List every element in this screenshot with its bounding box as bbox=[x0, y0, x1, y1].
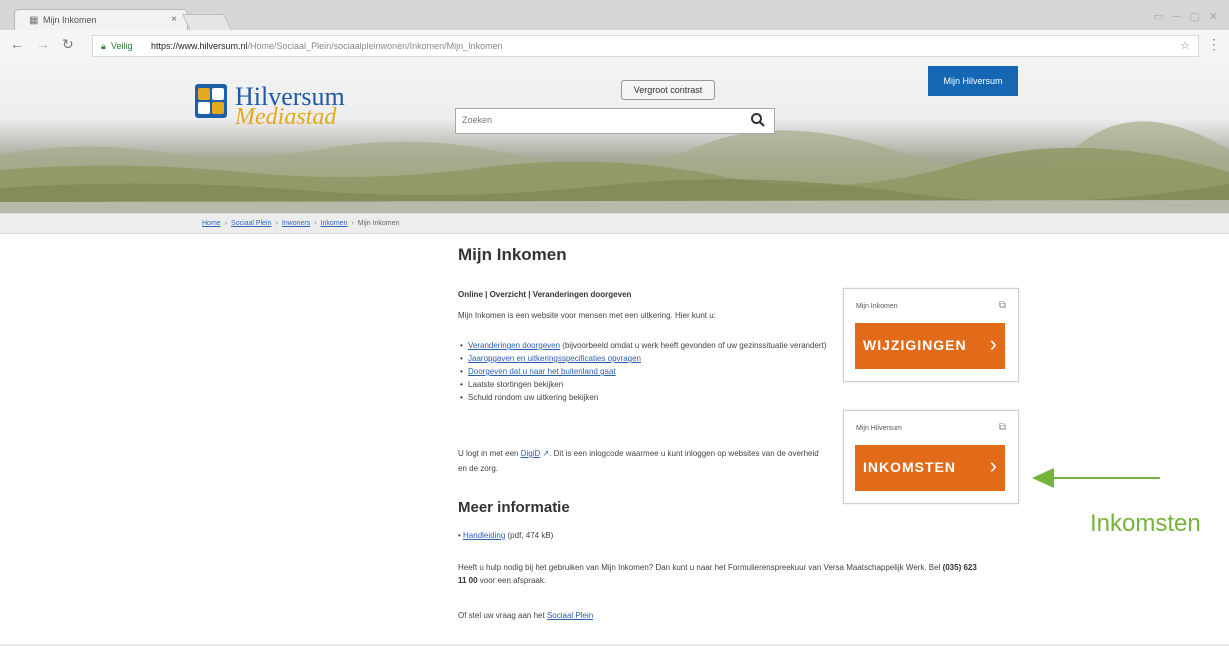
link-buitenland[interactable]: Doorgeven dat u naar het buitenland gaat bbox=[468, 367, 616, 376]
hulp-text-after: voor een afspraak. bbox=[477, 576, 547, 585]
contrast-button[interactable]: Vergroot contrast bbox=[621, 80, 715, 100]
annotation-arrow-icon bbox=[1032, 468, 1160, 488]
breadcrumb-current: Mijn Inkomen bbox=[357, 220, 400, 227]
chevron-right-icon: › bbox=[989, 453, 997, 478]
hilversum-logo-icon[interactable] bbox=[195, 84, 227, 118]
card-label: Mijn Inkomen bbox=[856, 303, 898, 310]
list-item-text: Laatste stortingen bekijken bbox=[468, 380, 564, 389]
url-domain: https://www.hilversum.nl bbox=[151, 41, 248, 51]
breadcrumb-bar: Home › Sociaal Plein › Inwoners › Inkomen › Mijn… bbox=[0, 213, 1229, 234]
annotation-label: Inkomsten bbox=[1090, 510, 1201, 537]
browser-menu-icon[interactable]: ⋮ bbox=[1207, 36, 1221, 53]
card-mijn-hilversum: Mijn Hilversum ⧉ INKOMSTEN › bbox=[843, 410, 1019, 504]
breadcrumb-inkomen[interactable]: Inkomen bbox=[321, 220, 348, 227]
external-link-icon: ⧉ bbox=[998, 300, 1006, 311]
list-item: Doorgeven dat u naar het buitenland gaat bbox=[458, 366, 828, 377]
list-item: Laatste stortingen bekijken bbox=[458, 379, 828, 390]
tab-title: Mijn Inkomen bbox=[43, 15, 97, 25]
list-item: Veranderingen doorgeven (bijvoorbeeld om… bbox=[458, 340, 828, 351]
site-banner bbox=[0, 60, 1229, 213]
content-subheading: Online | Overzicht | Veranderingen doorg… bbox=[458, 290, 632, 299]
tab-close-icon[interactable]: × bbox=[171, 14, 177, 25]
card-mijn-inkomen: Mijn Inkomen ⧉ WIJZIGINGEN › bbox=[843, 288, 1019, 382]
breadcrumb-sociaal-plein[interactable]: Sociaal Plein bbox=[231, 220, 271, 227]
intro-text: Mijn Inkomen is een website voor mensen … bbox=[458, 311, 716, 320]
breadcrumb-separator: › bbox=[275, 220, 278, 227]
url-text: https://www.hilversum.nl/Home/Sociaal_Pl… bbox=[151, 36, 503, 56]
link-digid[interactable]: DigiD bbox=[521, 449, 541, 458]
button-label: INKOMSTEN bbox=[863, 459, 956, 475]
browser-tab[interactable]: ▦ Mijn Inkomen × bbox=[14, 9, 188, 31]
handleiding-item: • Handleiding (pdf, 474 kB) bbox=[458, 531, 554, 540]
external-link-icon: ↗ bbox=[540, 449, 550, 458]
vraag-paragraph: Of stel uw vraag aan het Sociaal Plein bbox=[458, 611, 593, 620]
lock-icon: 🔒︎ bbox=[101, 41, 106, 51]
breadcrumb-inwoners[interactable]: Inwoners bbox=[282, 220, 310, 227]
list-item: Jaaropgaven en uitkeringsspecificaties o… bbox=[458, 353, 828, 364]
breadcrumb-home[interactable]: Home bbox=[202, 220, 221, 227]
breadcrumb-separator: › bbox=[314, 220, 317, 227]
hulp-text: Heeft u hulp nodig bij het gebruiken van… bbox=[458, 563, 943, 572]
handleiding-meta: (pdf, 474 kB) bbox=[505, 531, 554, 540]
breadcrumb-separator: › bbox=[351, 220, 354, 227]
url-field[interactable]: 🔒︎ Veilig https://www.hilversum.nl/Home/… bbox=[92, 35, 1199, 57]
wijzigingen-button[interactable]: WIJZIGINGEN › bbox=[855, 323, 1005, 369]
landscape-image bbox=[0, 121, 1229, 213]
card-label: Mijn Hilversum bbox=[856, 425, 902, 432]
favicon-icon: ▦ bbox=[29, 15, 39, 26]
vraag-text: Of stel uw vraag aan het bbox=[458, 611, 547, 620]
forward-arrow-icon[interactable]: → bbox=[36, 36, 50, 52]
meer-informatie-heading: Meer informatie bbox=[458, 499, 570, 516]
link-sociaal-plein[interactable]: Sociaal Plein bbox=[547, 611, 593, 620]
page-title: Mijn Inkomen bbox=[458, 245, 567, 264]
breadcrumb-separator: › bbox=[224, 220, 228, 227]
link-handleiding[interactable]: Handleiding bbox=[463, 531, 505, 540]
search-box bbox=[455, 108, 775, 134]
feature-list: Veranderingen doorgeven (bijvoorbeeld om… bbox=[458, 340, 828, 405]
breadcrumb: Home › Sociaal Plein › Inwoners › Inkomen › Mijn… bbox=[202, 214, 399, 233]
digid-paragraph: U logt in met een DigiD ↗. Dit is een in… bbox=[458, 446, 828, 476]
external-link-icon: ⧉ bbox=[998, 422, 1006, 433]
new-tab-button[interactable] bbox=[182, 14, 232, 31]
list-item-text: Schuld rondom uw uitkering bekijken bbox=[468, 393, 599, 402]
secure-label: Veilig bbox=[111, 41, 133, 51]
search-input[interactable] bbox=[462, 113, 732, 127]
chevron-right-icon: › bbox=[989, 331, 997, 356]
back-arrow-icon[interactable]: ← bbox=[10, 36, 24, 52]
digid-text-before: U logt in met een bbox=[458, 449, 521, 458]
hulp-paragraph: Heeft u hulp nodig bij het gebruiken van… bbox=[458, 561, 978, 587]
search-icon[interactable] bbox=[750, 112, 766, 128]
reload-icon[interactable]: ↻ bbox=[62, 36, 74, 53]
button-label: WIJZIGINGEN bbox=[863, 337, 967, 353]
inkomsten-button[interactable]: INKOMSTEN › bbox=[855, 445, 1005, 491]
logo-text-mediastad[interactable]: Mediastad bbox=[235, 104, 336, 131]
window-controls[interactable]: ▭ ─ ▢ ✕ bbox=[1153, 10, 1221, 23]
bookmark-star-icon[interactable]: ☆ bbox=[1180, 36, 1190, 56]
link-jaaropgaven[interactable]: Jaaropgaven en uitkeringsspecificaties o… bbox=[468, 354, 641, 363]
mijn-hilversum-button[interactable]: Mijn Hilversum bbox=[928, 66, 1018, 96]
link-veranderingen[interactable]: Veranderingen doorgeven bbox=[468, 341, 560, 350]
list-item-text: (bijvoorbeeld omdat u werk heeft gevonde… bbox=[560, 341, 827, 350]
list-item: Schuld rondom uw uitkering bekijken bbox=[458, 392, 828, 403]
browser-tab-bar: ▦ Mijn Inkomen × ▭ ─ ▢ ✕ bbox=[0, 0, 1229, 31]
url-path: /Home/Sociaal_Plein/sociaalpleinwonen/In… bbox=[247, 41, 503, 51]
